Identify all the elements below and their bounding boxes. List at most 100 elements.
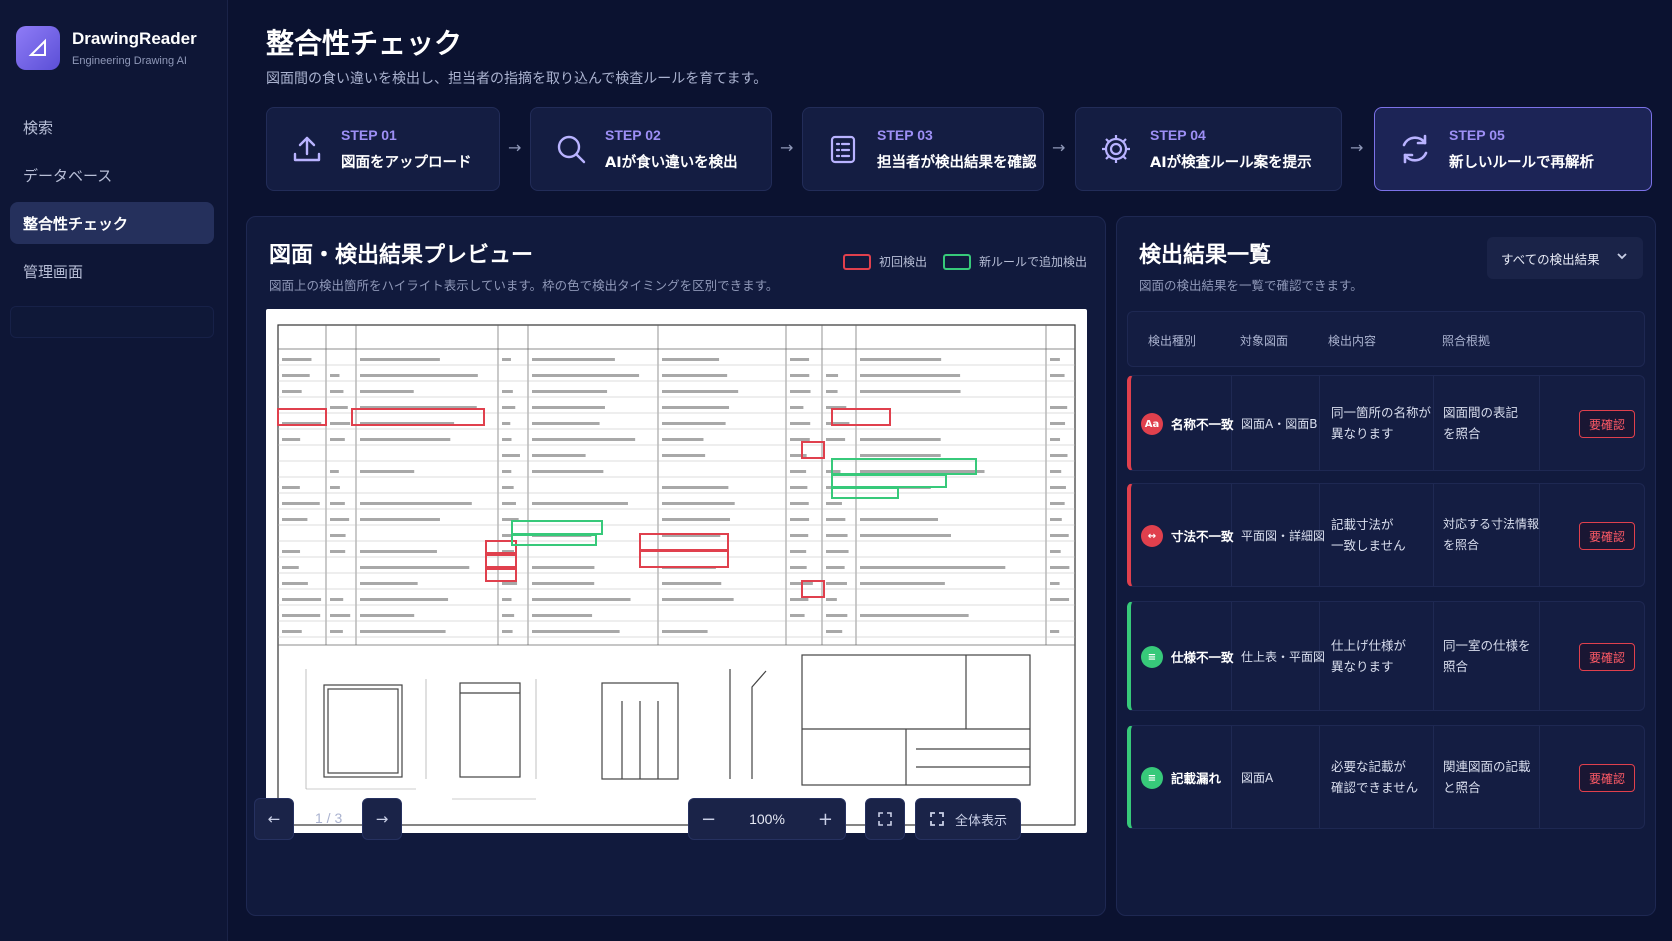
divider: [1539, 602, 1540, 710]
divider: [1433, 726, 1434, 828]
result-type: 寸法不一致: [1171, 529, 1234, 544]
prev-page-button[interactable]: ←: [254, 798, 294, 840]
column-header: 照合根拠: [1442, 334, 1491, 348]
nav-item-search[interactable]: 検索: [10, 106, 214, 148]
step-upload[interactable]: STEP 01 図面をアップロード: [266, 107, 500, 191]
result-content: 必要な記載が 確認できません: [1331, 759, 1419, 795]
nav-item-database[interactable]: データベース: [10, 154, 214, 196]
legend-initial: 初回検出: [842, 253, 927, 270]
step-detect[interactable]: STEP 02 AIが食い違いを検出: [530, 107, 772, 191]
legend-swatch-green: [942, 253, 971, 270]
result-drawing: 仕上表・平面図: [1241, 650, 1326, 664]
page-description: 図面間の食い違いを検出し、担当者の指摘を取り込んで検査ルールを育てます。: [266, 71, 768, 87]
nav-item-consistency-check[interactable]: 整合性チェック: [10, 202, 214, 244]
result-basis: 同一室の仕様を 照合: [1443, 638, 1531, 674]
sidebar: DrawingReader Engineering Drawing AI 検索 …: [0, 0, 228, 941]
result-drawing: 図面A: [1241, 771, 1274, 785]
step-label: AIが検査ルール案を提示: [1150, 154, 1312, 171]
result-basis: 図面間の表記 を照合: [1443, 405, 1519, 441]
result-content: 記載寸法が 一致しません: [1331, 517, 1406, 553]
divider: [1433, 376, 1434, 470]
legend-label: 初回検出: [878, 255, 927, 269]
fit-all-label: 全体表示: [954, 813, 1007, 829]
divider: [1433, 602, 1434, 710]
step-label: AIが食い違いを検出: [605, 154, 738, 171]
step-label: 新しいルールで再解析: [1449, 154, 1594, 171]
results-filter-dropdown[interactable]: すべての検出結果: [1487, 237, 1643, 279]
needs-review-badge[interactable]: 要確認: [1579, 522, 1635, 550]
zoom-control: − 100% +: [688, 798, 846, 840]
result-content: 同一箇所の名称が 異なります: [1331, 405, 1432, 441]
name-mismatch-icon: Aa: [1141, 413, 1163, 435]
nav-item-admin[interactable]: 管理画面: [10, 250, 214, 292]
column-header: 対象図面: [1240, 334, 1289, 348]
preview-description: 図面上の検出箇所をハイライト表示しています。枠の色で検出タイミングを区別できます…: [269, 278, 779, 293]
results-title: 検出結果一覧: [1139, 243, 1272, 268]
arrow-right-icon: →: [1350, 138, 1364, 157]
zoom-in-button[interactable]: +: [818, 809, 833, 830]
page-indicator: 1 / 3: [315, 810, 343, 826]
gear-icon: [1096, 129, 1136, 169]
arrow-right-icon: →: [1052, 138, 1066, 157]
zoom-out-button[interactable]: −: [701, 809, 716, 830]
result-row-name-mismatch[interactable]: Aa 名称不一致 図面A・図面B 同一箇所の名称が 異なります 図面間の表記 を照合…: [1127, 375, 1645, 471]
needs-review-badge[interactable]: 要確認: [1579, 643, 1635, 671]
divider: [1539, 484, 1540, 586]
app-logo-icon: [16, 26, 60, 70]
document-icon: ≡: [1141, 646, 1163, 668]
zoom-level: 100%: [749, 811, 785, 827]
expand-icon: [878, 812, 892, 826]
result-row-missing-entry[interactable]: ≡ 記載漏れ 図面A 必要な記載が 確認できません 関連図面の記載 と照合 要確認: [1127, 725, 1645, 829]
divider: [1539, 726, 1540, 828]
checklist-icon: [823, 129, 863, 169]
needs-review-badge[interactable]: 要確認: [1579, 764, 1635, 792]
preview-title: 図面・検出結果プレビュー: [269, 243, 534, 268]
chevron-down-icon: [1617, 253, 1627, 260]
app-name: DrawingReader: [72, 29, 197, 48]
nav-menu: 検索 データベース 整合性チェック 管理画面: [10, 106, 214, 298]
step-number: STEP 03: [877, 126, 933, 143]
arrow-right-icon: →: [780, 138, 794, 157]
result-drawing: 図面A・図面B: [1241, 417, 1318, 431]
arrow-right-icon: →: [508, 138, 522, 157]
fullscreen-button[interactable]: [865, 798, 905, 840]
fit-icon: [930, 812, 944, 826]
drawing-sheet: [277, 324, 1076, 826]
result-basis: 関連図面の記載 と照合: [1443, 759, 1531, 795]
step-rule-proposal[interactable]: STEP 04 AIが検査ルール案を提示: [1075, 107, 1342, 191]
results-table-header: 検出種別 対象図面 検出内容 照合根拠: [1127, 311, 1645, 367]
result-basis: 対応する寸法情報 を照合: [1443, 517, 1540, 552]
arrow-right-icon: →: [375, 810, 389, 828]
divider: [1433, 484, 1434, 586]
next-page-button[interactable]: →: [362, 798, 402, 840]
drawing-canvas[interactable]: [266, 309, 1087, 833]
result-type: 仕様不一致: [1171, 650, 1234, 665]
step-review[interactable]: STEP 03 担当者が検出結果を確認: [802, 107, 1044, 191]
results-description: 図面の検出結果を一覧で確認できます。: [1139, 278, 1363, 293]
step-number: STEP 05: [1449, 126, 1505, 143]
nav-placeholder: [10, 306, 214, 338]
legend-swatch-red: [842, 253, 871, 270]
legend-label: 新ルールで追加検出: [978, 255, 1087, 269]
result-row-spec-mismatch[interactable]: ≡ 仕様不一致 仕上表・平面図 仕上げ仕様が 異なります 同一室の仕様を 照合 要確…: [1127, 601, 1645, 711]
step-label: 図面をアップロード: [341, 154, 472, 171]
upload-icon: [287, 129, 327, 169]
divider: [1231, 726, 1232, 828]
filter-value: すべての検出結果: [1501, 251, 1600, 267]
step-number: STEP 04: [1150, 126, 1206, 143]
result-row-dimension-mismatch[interactable]: ↔ 寸法不一致 平面図・詳細図 記載寸法が 一致しません 対応する寸法情報 を照合 …: [1127, 483, 1645, 587]
divider: [1319, 726, 1320, 828]
fit-all-button[interactable]: 全体表示: [915, 798, 1021, 840]
brand[interactable]: DrawingReader Engineering Drawing AI: [16, 26, 197, 70]
step-reanalyze[interactable]: STEP 05 新しいルールで再解析: [1374, 107, 1652, 191]
step-number: STEP 02: [605, 126, 661, 143]
column-header: 検出種別: [1148, 334, 1197, 348]
document-icon: ≡: [1141, 767, 1163, 789]
arrow-left-icon: ←: [267, 810, 281, 828]
needs-review-badge[interactable]: 要確認: [1579, 410, 1635, 438]
dimension-icon: ↔: [1141, 525, 1163, 547]
result-type: 記載漏れ: [1171, 771, 1222, 786]
legend-new-rule: 新ルールで追加検出: [942, 253, 1087, 270]
page-title: 整合性チェック: [266, 27, 463, 60]
app-subtitle: Engineering Drawing AI: [72, 55, 187, 67]
